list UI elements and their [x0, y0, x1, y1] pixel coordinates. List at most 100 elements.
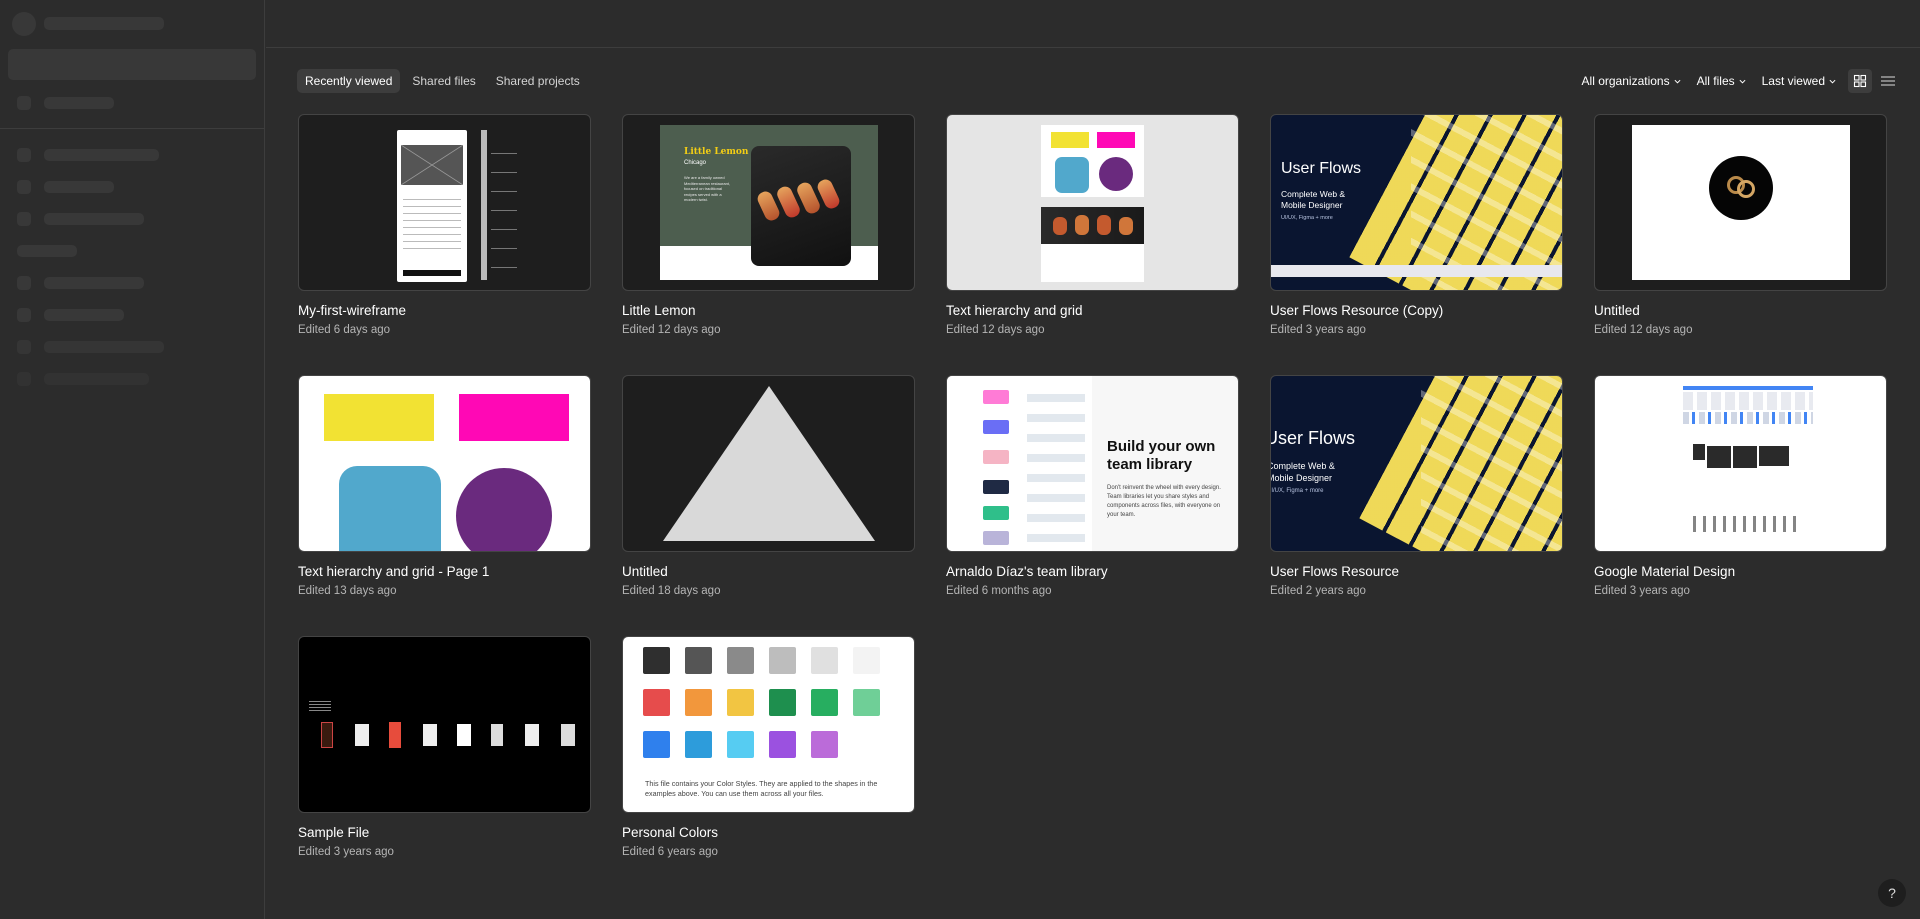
- color-swatch: [727, 647, 754, 674]
- material-component-row: [1683, 412, 1813, 424]
- grid-view-icon: [1853, 74, 1867, 88]
- file-thumbnail: User Flows Complete Web & Mobile Designe…: [1270, 114, 1563, 291]
- screen: [389, 722, 401, 748]
- file-edited: Edited 6 months ago: [946, 585, 1052, 597]
- file-card[interactable]: Google Material Design Edited 3 years ag…: [1594, 375, 1887, 597]
- files-dropdown[interactable]: All files: [1689, 69, 1754, 93]
- file-edited: Edited 12 days ago: [1594, 324, 1693, 336]
- file-title: Sample File: [298, 825, 370, 840]
- dish-strip: [1041, 207, 1144, 244]
- skeleton-icon: [17, 180, 31, 194]
- component-chip: [983, 450, 1009, 464]
- file-card[interactable]: My-first-wireframe Edited 6 days ago: [298, 114, 591, 336]
- component-inputs: [1027, 388, 1085, 548]
- file-thumbnail: [1594, 114, 1887, 291]
- skeleton-bar: [44, 277, 144, 289]
- tab-shared-files[interactable]: Shared files: [404, 69, 483, 93]
- file-thumbnail: [946, 114, 1239, 291]
- file-edited: Edited 3 years ago: [1270, 324, 1366, 336]
- file-edited: Edited 18 days ago: [622, 585, 721, 597]
- white-frame: [1632, 125, 1850, 280]
- purple-circle: [1099, 157, 1133, 191]
- color-swatch: [643, 689, 670, 716]
- skeleton-icon: [17, 96, 31, 110]
- screen: [561, 724, 575, 746]
- yellow-rect: [1051, 132, 1089, 148]
- file-card[interactable]: Build your own team library Don't reinve…: [946, 375, 1239, 597]
- file-card[interactable]: Little Lemon Chicago We are a family own…: [622, 114, 915, 336]
- chevron-down-icon: [1739, 79, 1746, 84]
- sort-dropdown[interactable]: Last viewed: [1754, 69, 1844, 93]
- user-flows-tag: UI/UX, Figma + more: [1270, 488, 1324, 494]
- library-components: [947, 376, 1092, 551]
- chevron-down-icon: [1674, 79, 1681, 84]
- file-card[interactable]: Text hierarchy and grid Edited 12 days a…: [946, 114, 1239, 336]
- help-icon: ?: [1888, 885, 1896, 901]
- search-placeholder: [8, 49, 256, 80]
- color-swatch: [769, 689, 796, 716]
- bruschetta: [1097, 215, 1111, 235]
- file-edited: Edited 6 days ago: [298, 324, 391, 336]
- color-swatch: [685, 731, 712, 758]
- grid-view-button[interactable]: [1848, 69, 1872, 93]
- file-title: Text hierarchy and grid: [946, 303, 1083, 318]
- file-edited: Edited 3 years ago: [298, 846, 394, 858]
- color-palette: [643, 647, 903, 767]
- file-card[interactable]: Untitled Edited 12 days ago: [1594, 114, 1887, 336]
- file-thumbnail: Build your own team library Don't reinve…: [946, 375, 1239, 552]
- screen: [423, 724, 437, 746]
- file-card[interactable]: User Flows Complete Web & Mobile Designe…: [1270, 114, 1563, 336]
- color-swatch: [685, 689, 712, 716]
- skeleton-bar: [44, 17, 164, 30]
- file-thumbnail: [1594, 375, 1887, 552]
- file-thumbnail: [298, 114, 591, 291]
- tab-shared-projects[interactable]: Shared projects: [488, 69, 588, 93]
- organizations-dropdown[interactable]: All organizations: [1574, 69, 1689, 93]
- skeleton-bar: [44, 181, 114, 193]
- sample-header-text: [309, 701, 331, 711]
- little-lemon-city: Chicago: [684, 160, 707, 166]
- file-card[interactable]: Sample File Edited 3 years ago: [298, 636, 591, 858]
- file-card[interactable]: This file contains your Color Styles. Th…: [622, 636, 915, 858]
- color-swatch: [685, 647, 712, 674]
- skeleton-bar: [44, 213, 144, 225]
- magenta-rect: [1097, 132, 1135, 148]
- material-dark-blocks: [1693, 444, 1705, 460]
- file-card[interactable]: Untitled Edited 18 days ago: [622, 375, 915, 597]
- skeleton-bar: [17, 245, 77, 257]
- little-lemon-dish-photo: [751, 146, 851, 266]
- file-title: My-first-wireframe: [298, 303, 406, 318]
- component-chip: [983, 420, 1009, 434]
- user-flows-subtitle: Complete Web & Mobile Designer: [1270, 461, 1335, 483]
- list-view-button[interactable]: [1876, 69, 1900, 93]
- color-swatch: [727, 731, 754, 758]
- file-title: Arnaldo Díaz's team library: [946, 564, 1108, 579]
- material-component-row: [1683, 392, 1813, 410]
- sort-dropdown-label: Last viewed: [1761, 74, 1825, 88]
- help-button[interactable]: ?: [1878, 879, 1906, 907]
- file-title: Personal Colors: [622, 825, 719, 840]
- tab-recently-viewed[interactable]: Recently viewed: [297, 69, 401, 93]
- sample-screens: [321, 722, 589, 750]
- file-edited: Edited 12 days ago: [622, 324, 721, 336]
- wireframe-button: [403, 270, 461, 276]
- user-flows-title: User Flows: [1270, 428, 1356, 448]
- skeleton-bar: [44, 341, 164, 353]
- file-card[interactable]: User Flows Complete Web & Mobile Designe…: [1270, 375, 1563, 597]
- file-thumbnail: [622, 375, 915, 552]
- material-dark-blocks: [1707, 446, 1731, 468]
- color-swatch: [811, 647, 838, 674]
- file-thumbnail: [298, 375, 591, 552]
- rings-image: [1709, 156, 1773, 220]
- screen: [457, 724, 471, 746]
- user-flows-title: User Flows: [1281, 160, 1362, 177]
- file-thumbnail: This file contains your Color Styles. Th…: [622, 636, 915, 813]
- color-swatch: [811, 689, 838, 716]
- file-card[interactable]: Text hierarchy and grid - Page 1 Edited …: [298, 375, 591, 597]
- frame-shapes: [1041, 125, 1144, 197]
- chevron-down-icon: [1829, 79, 1836, 84]
- wireframe-annotation-bar: [481, 130, 487, 280]
- file-thumbnail: [298, 636, 591, 813]
- avatar-placeholder: [12, 12, 36, 36]
- wireframe-lines: [403, 193, 461, 253]
